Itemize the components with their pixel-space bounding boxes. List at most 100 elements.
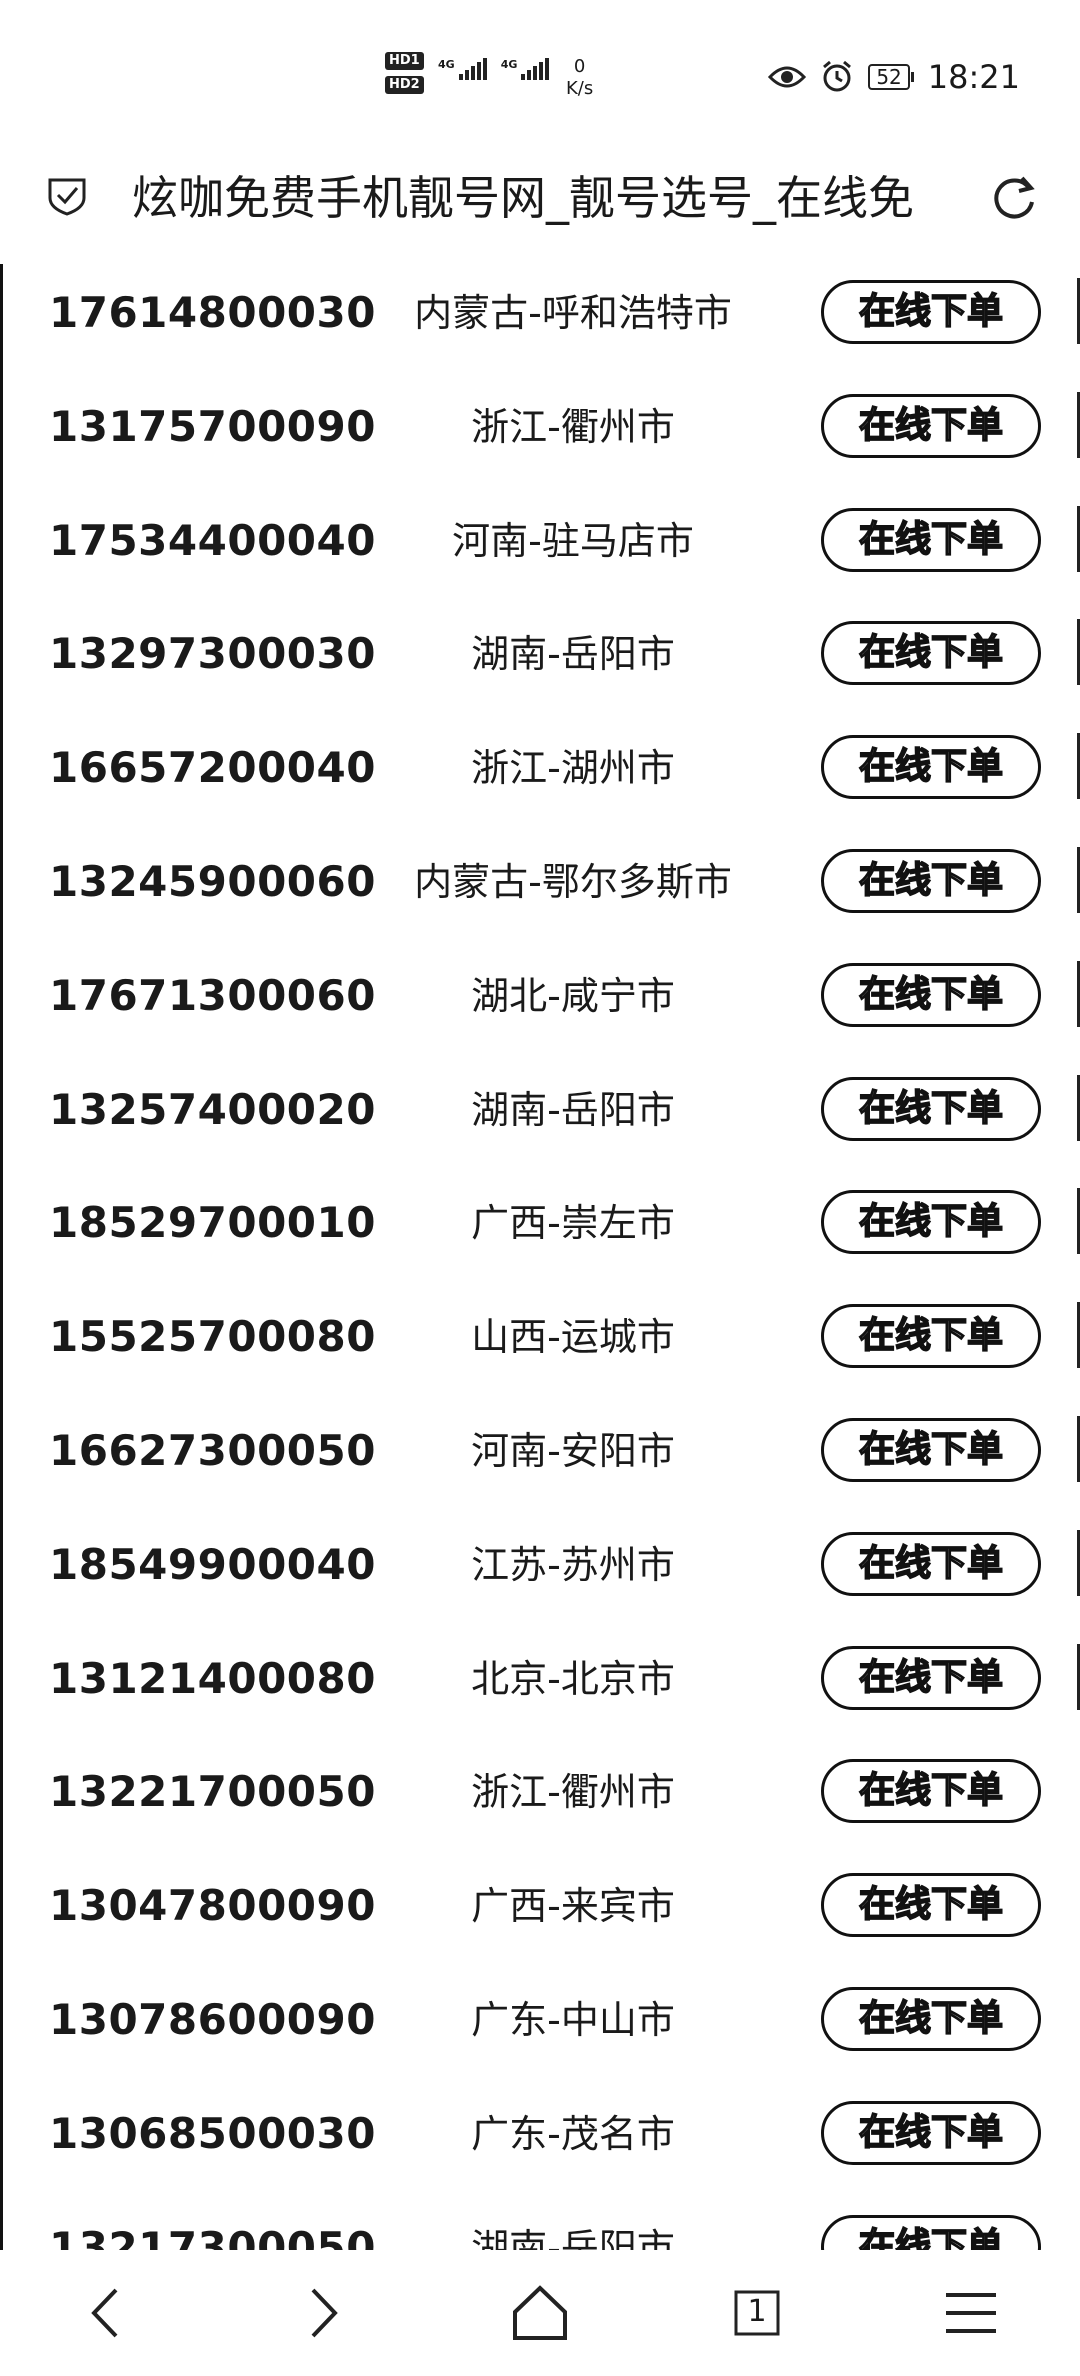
phone-number: 18529700010 — [49, 1198, 376, 1248]
tab-count: 1 — [747, 2294, 767, 2329]
hd-indicators: HD1 HD2 — [385, 52, 424, 94]
browser-top-bar: 炫咖免费手机靓号网_靓号选号_在线免 — [0, 140, 1080, 264]
hd1-badge: HD1 — [385, 52, 424, 70]
region-label: 浙江-湖州市 — [471, 746, 675, 791]
reload-icon[interactable] — [988, 172, 1040, 224]
battery-icon: 52 — [868, 64, 914, 90]
list-item: 13121400080 北京-北京市 在线下单 — [3, 1630, 1080, 1744]
page-title[interactable]: 炫咖免费手机靓号网_靓号选号_在线免 — [132, 168, 952, 228]
speed-unit: K/s — [566, 78, 594, 99]
list-item: 18529700010 广西-崇左市 在线下单 — [3, 1174, 1080, 1288]
list-item: 15525700080 山西-运城市 在线下单 — [3, 1288, 1080, 1402]
region-label: 河南-驻马店市 — [452, 518, 694, 563]
list-item: 13217300050 湖南-岳阳市 在线下单 — [3, 2199, 1080, 2250]
network-type-2: 4G — [500, 58, 518, 71]
phone-number: 17671300060 — [49, 970, 376, 1020]
home-icon[interactable] — [505, 2278, 575, 2348]
order-online-button[interactable]: 在线下单 — [821, 735, 1041, 800]
phone-number: 13217300050 — [49, 2222, 376, 2250]
phone-number: 13068500030 — [49, 2108, 376, 2158]
eye-icon — [768, 66, 807, 88]
phone-number: 18549900040 — [49, 1539, 376, 1589]
region-label: 广东-茂名市 — [471, 2111, 675, 2156]
order-online-button[interactable]: 在线下单 — [821, 1873, 1041, 1938]
clock: 18:21 — [927, 58, 1020, 96]
region-label: 浙江-衢州市 — [471, 404, 675, 449]
status-right: 52 18:21 — [768, 58, 1020, 96]
battery-level: 52 — [868, 64, 910, 90]
order-online-button[interactable]: 在线下单 — [821, 848, 1041, 913]
bottom-nav: 1 — [0, 2250, 1080, 2376]
shield-check-icon[interactable] — [46, 174, 88, 216]
phone-number: 16657200040 — [49, 743, 376, 793]
phone-number: 13121400080 — [49, 1653, 376, 1703]
phone-number: 13221700050 — [49, 1767, 376, 1817]
order-online-button[interactable]: 在线下单 — [821, 1645, 1041, 1710]
speed-value: 0 — [573, 56, 586, 77]
list-item: 13221700050 浙江-衢州市 在线下单 — [3, 1743, 1080, 1857]
order-online-button[interactable]: 在线下单 — [821, 1190, 1041, 1255]
list-item: 13245900060 内蒙古-鄂尔多斯市 在线下单 — [3, 833, 1080, 947]
number-list: 17614800030 内蒙古-呼和浩特市 在线下单 13175700090 浙江-衢州… — [0, 264, 1080, 2250]
list-item: 17614800030 内蒙古-呼和浩特市 在线下单 — [3, 264, 1080, 378]
phone-number: 13047800090 — [49, 1881, 376, 1931]
tabs-button[interactable]: 1 — [722, 2278, 792, 2348]
signal-1: 4G — [438, 58, 487, 80]
order-online-button[interactable]: 在线下单 — [821, 507, 1041, 572]
signal-indicators: 4G 4G — [438, 58, 550, 80]
region-label: 山西-运城市 — [471, 1315, 675, 1360]
phone-number: 15525700080 — [49, 1312, 376, 1362]
region-label: 内蒙古-呼和浩特市 — [414, 291, 732, 335]
hd2-badge: HD2 — [385, 76, 424, 94]
order-online-button[interactable]: 在线下单 — [821, 1304, 1041, 1369]
status-bar: HD1 HD2 4G 4G 0 K/s 52 18:21 — [0, 0, 1080, 140]
order-online-button[interactable]: 在线下单 — [821, 1986, 1041, 2051]
order-online-button[interactable]: 在线下单 — [821, 280, 1041, 344]
list-item: 16657200040 浙江-湖州市 在线下单 — [3, 719, 1080, 833]
phone-number: 16627300050 — [49, 1425, 376, 1475]
order-online-button[interactable]: 在线下单 — [821, 2214, 1041, 2250]
order-online-button[interactable]: 在线下单 — [821, 962, 1041, 1027]
list-item: 17671300060 湖北-咸宁市 在线下单 — [3, 947, 1080, 1061]
phone-number: 17614800030 — [49, 288, 376, 337]
list-item: 13078600090 广东-中山市 在线下单 — [3, 1971, 1080, 2085]
order-online-button[interactable]: 在线下单 — [821, 621, 1041, 686]
network-type-1: 4G — [438, 58, 455, 71]
order-online-button[interactable]: 在线下单 — [821, 1076, 1041, 1141]
order-online-button[interactable]: 在线下单 — [821, 2100, 1041, 2165]
signal-2: 4G — [501, 58, 550, 80]
menu-icon[interactable] — [936, 2278, 1006, 2348]
order-online-button[interactable]: 在线下单 — [821, 1531, 1041, 1596]
phone-number: 13175700090 — [49, 401, 376, 451]
list-item: 13175700090 浙江-衢州市 在线下单 — [3, 378, 1080, 492]
phone-number: 17534400040 — [49, 515, 376, 565]
region-label: 湖南-岳阳市 — [471, 1087, 675, 1132]
list-item: 16627300050 河南-安阳市 在线下单 — [3, 1402, 1080, 1516]
region-label: 河南-安阳市 — [471, 1428, 675, 1473]
list-item: 18549900040 江苏-苏州市 在线下单 — [3, 1516, 1080, 1630]
region-label: 江苏-苏州市 — [471, 1542, 675, 1587]
back-icon[interactable] — [72, 2278, 142, 2348]
region-label: 浙江-衢州市 — [471, 1770, 675, 1815]
phone-number: 13078600090 — [49, 1994, 376, 2044]
region-label: 北京-北京市 — [471, 1656, 675, 1701]
order-online-button[interactable]: 在线下单 — [821, 1417, 1041, 1482]
region-label: 广东-中山市 — [471, 1997, 675, 2042]
phone-number: 13257400020 — [49, 1084, 376, 1134]
list-item: 13257400020 湖南-岳阳市 在线下单 — [3, 1061, 1080, 1175]
region-label: 湖北-咸宁市 — [471, 973, 675, 1018]
region-label: 内蒙古-鄂尔多斯市 — [414, 859, 732, 904]
order-online-button[interactable]: 在线下单 — [821, 1759, 1041, 1824]
list-item: 13297300030 湖南-岳阳市 在线下单 — [3, 605, 1080, 719]
network-speed: 0 K/s — [566, 56, 593, 100]
list-item: 13068500030 广东-茂名市 在线下单 — [3, 2085, 1080, 2199]
order-online-button[interactable]: 在线下单 — [821, 393, 1041, 458]
region-label: 广西-崇左市 — [471, 1201, 675, 1246]
list-item: 13047800090 广西-来宾市 在线下单 — [3, 1857, 1080, 1971]
forward-icon[interactable] — [287, 2278, 357, 2348]
list-item: 17534400040 河南-驻马店市 在线下单 — [3, 492, 1080, 606]
phone-number: 13245900060 — [49, 856, 376, 906]
region-label: 湖南-岳阳市 — [471, 632, 675, 677]
region-label: 湖南-岳阳市 — [471, 2225, 675, 2250]
alarm-icon — [823, 60, 852, 92]
